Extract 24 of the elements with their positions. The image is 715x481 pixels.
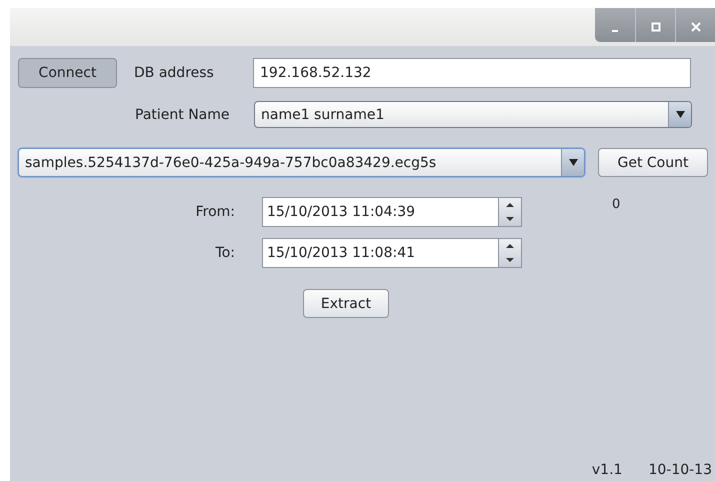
collection-dropdown[interactable]: samples.5254137d-76e0-425a-949a-757bc0a83429.ecg5s bbox=[18, 148, 585, 177]
to-label: To: bbox=[214, 245, 235, 261]
spin-down-icon bbox=[506, 217, 514, 221]
caret-icon bbox=[676, 111, 684, 118]
spin-down-icon bbox=[506, 258, 514, 262]
caret-icon bbox=[568, 159, 578, 166]
version-text: v1.1 bbox=[592, 462, 622, 478]
from-date-spinner[interactable]: 15/10/2013 11:04:39 bbox=[262, 197, 522, 227]
from-label: From: bbox=[194, 204, 235, 220]
patient-name-label: Patient Name bbox=[135, 106, 230, 122]
get-count-button[interactable]: Get Count bbox=[598, 148, 708, 177]
date-text: 10-10-13 bbox=[648, 462, 712, 478]
maximize-icon bbox=[650, 22, 660, 32]
extract-button[interactable]: Extract bbox=[303, 289, 389, 318]
patient-name-dropdown[interactable]: name1 surname1 bbox=[254, 101, 692, 128]
db-address-field[interactable]: 192.168.52.132 bbox=[253, 58, 691, 88]
spin-up-icon bbox=[506, 244, 514, 248]
db-address-label: DB address bbox=[134, 64, 215, 80]
connect-button[interactable]: Connect bbox=[18, 58, 117, 88]
to-date-spinner[interactable]: 15/10/2013 11:08:41 bbox=[262, 238, 522, 268]
close-icon bbox=[690, 22, 700, 32]
count-value: 0 bbox=[612, 197, 620, 212]
minimize-icon bbox=[612, 30, 618, 32]
spin-up-icon bbox=[506, 203, 514, 207]
